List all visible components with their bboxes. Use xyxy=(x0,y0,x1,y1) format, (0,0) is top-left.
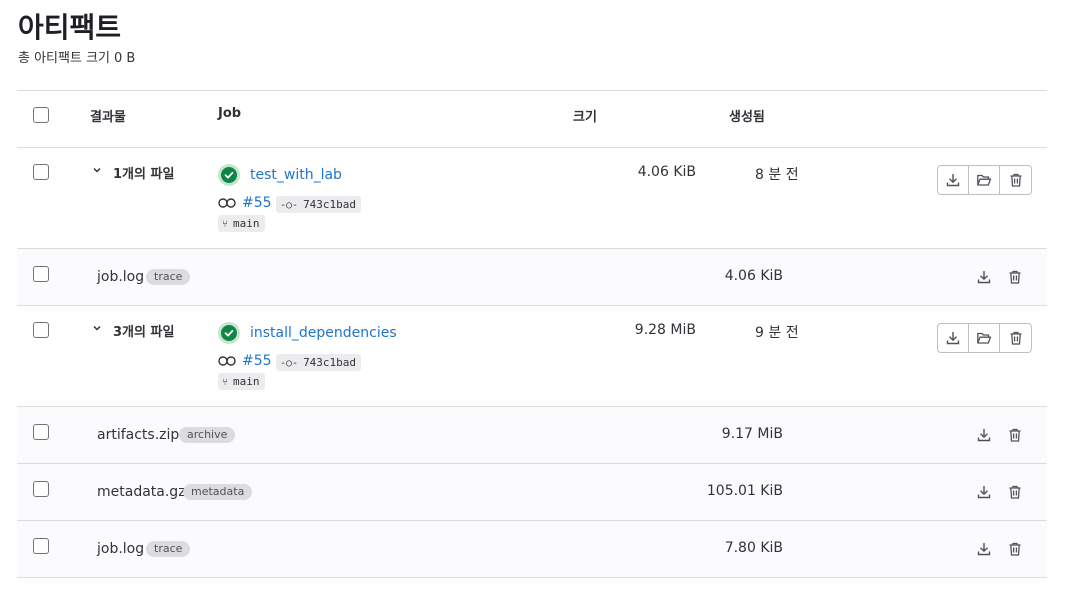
file-row: job.log trace 7.80 KiB xyxy=(17,521,1047,577)
file-type-badge: archive xyxy=(179,427,236,443)
job-checkbox[interactable] xyxy=(33,164,49,180)
pipeline-icon xyxy=(218,197,236,212)
chevron-down-icon[interactable] xyxy=(92,165,102,178)
file-size: 105.01 KiB xyxy=(706,483,783,499)
job-link[interactable]: test_with_lab xyxy=(250,167,342,183)
branch-badge[interactable]: ⑂ main xyxy=(218,373,265,390)
file-type-badge: trace xyxy=(146,269,191,285)
commit-badge[interactable]: -○- 743c1bad xyxy=(276,354,362,371)
trash-icon[interactable] xyxy=(1000,166,1031,194)
pipeline-icon xyxy=(218,355,236,370)
branch-badge[interactable]: ⑂ main xyxy=(218,215,265,232)
file-checkbox[interactable] xyxy=(33,538,49,554)
trash-icon[interactable] xyxy=(1004,538,1026,560)
download-icon[interactable] xyxy=(973,481,995,503)
file-name: job.log xyxy=(97,541,145,557)
file-type-badge: metadata xyxy=(183,484,253,500)
job-created: 8 분 전 xyxy=(755,167,799,183)
header-job: Job xyxy=(218,106,242,121)
trash-icon[interactable] xyxy=(1004,266,1026,288)
job-row: 1개의 파일 test_with_lab #55 -○- 743c1bad ⑂ ma… xyxy=(17,148,1047,248)
pipeline-link[interactable]: #55 xyxy=(242,195,272,211)
job-actions xyxy=(937,165,1032,195)
folder-open-icon[interactable] xyxy=(969,324,1000,352)
total-size-summary: 총 아티팩트 크기 0 B xyxy=(18,47,135,66)
commit-icon: -○- xyxy=(280,200,299,211)
table-divider xyxy=(17,577,1047,578)
trash-icon[interactable] xyxy=(1000,324,1031,352)
job-row: 3개의 파일 install_dependencies #55 -○- 743c1… xyxy=(17,306,1047,406)
commit-badge[interactable]: -○- 743c1bad xyxy=(276,196,362,213)
file-name: metadata.gz xyxy=(97,484,186,500)
files-count: 1개의 파일 xyxy=(113,167,175,182)
job-actions xyxy=(937,323,1032,353)
file-size: 7.80 KiB xyxy=(724,540,783,556)
commit-icon: -○- xyxy=(280,358,299,369)
file-row: artifacts.zip archive 9.17 MiB xyxy=(17,407,1047,463)
status-success-icon[interactable] xyxy=(218,164,240,186)
job-created: 9 분 전 xyxy=(755,325,799,341)
header-size: 크기 xyxy=(573,110,597,125)
pipeline-link[interactable]: #55 xyxy=(242,353,272,369)
trash-icon[interactable] xyxy=(1004,481,1026,503)
status-success-icon[interactable] xyxy=(218,322,240,344)
chevron-down-icon[interactable] xyxy=(92,323,102,336)
branch-icon: ⑂ xyxy=(222,219,228,230)
download-icon[interactable] xyxy=(973,424,995,446)
download-icon[interactable] xyxy=(938,324,969,352)
file-row: metadata.gz metadata 105.01 KiB xyxy=(17,464,1047,520)
file-size: 4.06 KiB xyxy=(724,268,783,284)
total-size-label: 총 아티팩트 크기 xyxy=(18,51,110,66)
header-created: 생성됨 xyxy=(729,110,765,125)
download-icon[interactable] xyxy=(973,538,995,560)
total-size-value: 0 B xyxy=(114,51,136,66)
select-all-checkbox[interactable] xyxy=(33,107,49,123)
file-name: job.log xyxy=(97,269,145,285)
download-icon[interactable] xyxy=(938,166,969,194)
files-count: 3개의 파일 xyxy=(113,325,175,340)
job-size: 9.28 MiB xyxy=(634,322,696,338)
file-checkbox[interactable] xyxy=(33,481,49,497)
download-icon[interactable] xyxy=(973,266,995,288)
file-checkbox[interactable] xyxy=(33,266,49,282)
job-link[interactable]: install_dependencies xyxy=(250,325,397,341)
file-name: artifacts.zip xyxy=(97,427,180,443)
job-size: 4.06 KiB xyxy=(637,164,696,180)
page-title: 아티팩트 xyxy=(18,11,122,44)
branch-icon: ⑂ xyxy=(222,377,228,388)
folder-open-icon[interactable] xyxy=(969,166,1000,194)
trash-icon[interactable] xyxy=(1004,424,1026,446)
file-row: job.log trace 4.06 KiB xyxy=(17,249,1047,305)
file-type-badge: trace xyxy=(146,541,191,557)
file-size: 9.17 MiB xyxy=(721,426,783,442)
table-header: 결과물 Job 크기 생성됨 xyxy=(17,90,1047,147)
header-artifacts: 결과물 xyxy=(90,110,126,125)
file-checkbox[interactable] xyxy=(33,424,49,440)
job-checkbox[interactable] xyxy=(33,322,49,338)
